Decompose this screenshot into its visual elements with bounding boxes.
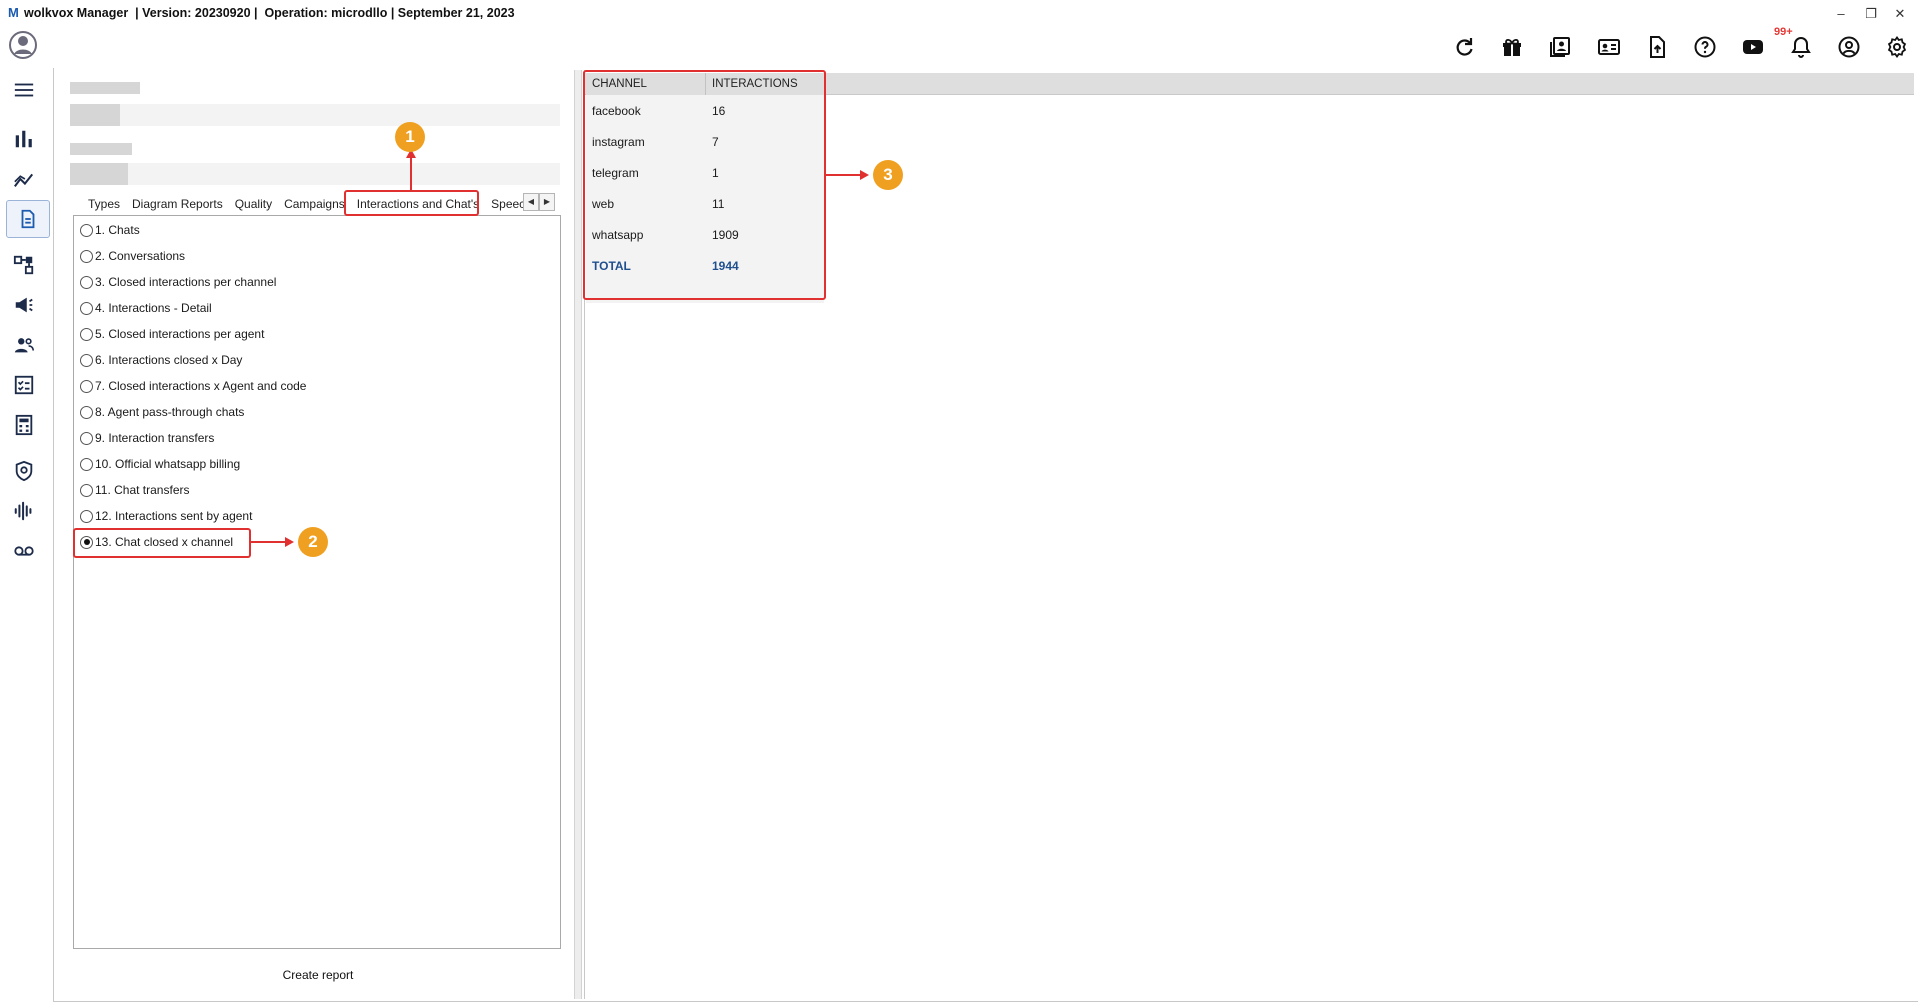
shield-icon[interactable] <box>9 456 39 486</box>
callout-grid-highlight <box>583 70 826 300</box>
radio-button[interactable] <box>80 249 93 263</box>
redacted-label <box>70 82 140 94</box>
refresh-icon[interactable] <box>1448 31 1480 63</box>
account-icon[interactable] <box>1833 31 1865 63</box>
callout-report-highlight <box>73 528 251 558</box>
reports-icon[interactable] <box>6 200 50 238</box>
report-option-label: 3. Closed interactions per channel <box>95 275 277 289</box>
settings-icon[interactable] <box>1881 31 1913 63</box>
report-option-label: 7. Closed interactions x Agent and code <box>95 379 307 393</box>
radio-button[interactable] <box>80 457 93 471</box>
create-report-button[interactable]: Create report <box>270 965 366 985</box>
redacted-field-chunk <box>70 104 120 126</box>
report-option[interactable]: 9. Interaction transfers <box>80 429 214 447</box>
callout-arrow <box>410 154 412 190</box>
report-option-label: 11. Chat transfers <box>95 483 190 497</box>
trend-chart-icon[interactable] <box>9 164 39 194</box>
id-card-icon[interactable] <box>1593 31 1625 63</box>
report-option[interactable]: 8. Agent pass-through chats <box>80 403 244 421</box>
checklist-icon[interactable] <box>9 370 39 400</box>
restore-button[interactable]: ❐ <box>1857 4 1885 24</box>
title-bar: M wolkvox Manager | Version: 20230920 | … <box>0 0 1920 28</box>
tab-quality[interactable]: Quality <box>229 193 278 215</box>
radio-button[interactable] <box>80 301 93 315</box>
tab-campaigns[interactable]: Campaigns <box>278 193 351 215</box>
callout-arrowhead <box>285 537 294 547</box>
gift-icon[interactable] <box>1496 31 1528 63</box>
campaign-icon[interactable] <box>9 290 39 320</box>
callout-arrow <box>251 541 286 543</box>
radio-button[interactable] <box>80 223 93 237</box>
report-option[interactable]: 4. Interactions - Detail <box>80 299 212 317</box>
report-option[interactable]: 7. Closed interactions x Agent and code <box>80 377 306 395</box>
user-avatar-icon[interactable] <box>8 30 38 60</box>
tab-types[interactable]: Types <box>82 193 126 215</box>
menu-icon[interactable] <box>9 75 39 105</box>
report-option[interactable]: 3. Closed interactions per channel <box>80 273 276 291</box>
radio-button[interactable] <box>80 353 93 367</box>
callout-arrow <box>826 174 861 176</box>
step-marker-1: 1 <box>395 122 425 152</box>
redacted-label <box>70 143 132 155</box>
window-title: wolkvox Manager | Version: 20230920 | Op… <box>24 6 515 20</box>
report-option[interactable]: 11. Chat transfers <box>80 481 190 499</box>
voicemail-icon[interactable] <box>9 536 39 566</box>
youtube-icon[interactable] <box>1737 31 1769 63</box>
contacts-book-icon[interactable] <box>1544 31 1576 63</box>
callout-arrowhead <box>860 170 869 180</box>
close-button[interactable]: ✕ <box>1886 4 1914 24</box>
flow-icon[interactable] <box>9 250 39 280</box>
app-logo: M <box>8 5 19 20</box>
help-icon[interactable] <box>1689 31 1721 63</box>
upload-file-icon[interactable] <box>1641 31 1673 63</box>
report-option-label: 4. Interactions - Detail <box>95 301 212 315</box>
callout-tab-highlight <box>344 190 479 216</box>
report-option-label: 8. Agent pass-through chats <box>95 405 245 419</box>
team-icon[interactable] <box>9 330 39 360</box>
radio-button[interactable] <box>80 327 93 341</box>
radio-button[interactable] <box>80 483 93 497</box>
panel-splitter[interactable] <box>574 70 582 999</box>
report-option-label: 2. Conversations <box>95 249 186 263</box>
step-marker-3: 3 <box>873 160 903 190</box>
radio-button[interactable] <box>80 379 93 393</box>
tab-scroll-left-icon[interactable]: ◀ <box>523 193 539 211</box>
tab-scroll-arrows: ◀ ▶ <box>523 193 555 211</box>
radio-button[interactable] <box>80 431 93 445</box>
redacted-field <box>70 163 560 185</box>
redacted-field <box>70 104 560 126</box>
tab-diagram-reports[interactable]: Diagram Reports <box>126 193 229 215</box>
report-option-label: 9. Interaction transfers <box>95 431 215 445</box>
report-option[interactable]: 10. Official whatsapp billing <box>80 455 240 473</box>
tab-scroll-right-icon[interactable]: ▶ <box>539 193 555 211</box>
step-marker-2: 2 <box>298 527 328 557</box>
report-option-label: 1. Chats <box>95 223 140 237</box>
audio-wave-icon[interactable] <box>9 496 39 526</box>
report-option-label: 6. Interactions closed x Day <box>95 353 243 367</box>
bell-icon[interactable] <box>1785 31 1817 63</box>
radio-button[interactable] <box>80 509 93 523</box>
report-option[interactable]: 6. Interactions closed x Day <box>80 351 242 369</box>
report-option[interactable]: 2. Conversations <box>80 247 185 265</box>
report-option-label: 10. Official whatsapp billing <box>95 457 241 471</box>
minimize-button[interactable]: – <box>1827 4 1855 24</box>
report-option[interactable]: 5. Closed interactions per agent <box>80 325 264 343</box>
redacted-field-chunk <box>70 163 128 185</box>
radio-button[interactable] <box>80 405 93 419</box>
report-option[interactable]: 12. Interactions sent by agent <box>80 507 252 525</box>
radio-button[interactable] <box>80 275 93 289</box>
bar-chart-icon[interactable] <box>9 124 39 154</box>
report-option-label: 5. Closed interactions per agent <box>95 327 265 341</box>
report-option[interactable]: 1. Chats <box>80 221 140 239</box>
report-option-label: 12. Interactions sent by agent <box>95 509 253 523</box>
calculator-icon[interactable] <box>9 410 39 440</box>
